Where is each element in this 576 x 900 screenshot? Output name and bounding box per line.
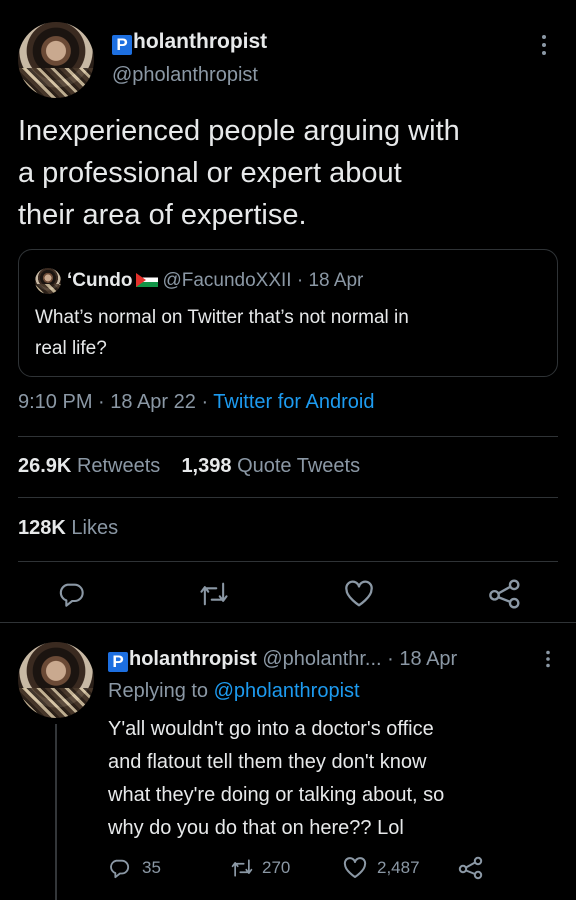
quoted-text-line: What’s normal on Twitter that’s not norm… [35,307,409,328]
time-date: 9:10 PM · 18 Apr 22 · [18,391,214,413]
reply-text-line: and flatout tell them they don't know [108,751,427,773]
quoted-display-name: ‘Cundo [67,270,133,291]
tweet-text-line: a professional or expert about [18,157,402,189]
quoted-handle-date: @FacundoXXII · 18 Apr [162,270,364,291]
reply-icon[interactable] [57,580,85,608]
replying-label: Replying to [108,680,214,702]
share-icon[interactable] [458,856,484,880]
reply-text-line: what they're doing or talking about, so [108,784,445,806]
reply-text-line: Y'all wouldn't go into a doctor's office [108,718,434,740]
divider [18,497,558,498]
quotes-label: Quote Tweets [237,455,361,477]
like-icon[interactable] [344,580,374,608]
p-badge: P [112,35,132,55]
share-icon[interactable] [488,578,522,610]
divider [18,436,558,437]
reply-handle-date: @pholanthr... · 18 Apr [262,648,458,670]
author-handle[interactable]: @pholanthropist [112,64,258,87]
tweet-text-line: Inexperienced people arguing with [18,115,460,147]
reply-display-name[interactable]: holanthropist [129,648,257,670]
divider [18,561,558,562]
retweets-label: Retweets [76,455,161,477]
tweet-text: Inexperienced people arguing with a prof… [18,110,460,236]
quoted-tweet[interactable]: ‘Cundo @FacundoXXII · 18 Apr What’s norma… [18,249,558,377]
retweet-icon[interactable] [198,581,230,607]
tweet-timestamp: 9:10 PM · 18 Apr 22 · Twitter for Androi… [18,391,374,414]
replying-to: Replying to @pholanthropist [108,680,360,703]
display-name: holanthropist [133,30,268,53]
reply-header: Pholanthropist @pholanthr... · 18 Apr [108,648,457,672]
likes-count: 128K [18,517,66,539]
author-name[interactable]: Pholanthropist [112,30,267,55]
avatar[interactable] [18,22,94,98]
retweet-icon [230,858,254,878]
reply-retweet-button[interactable]: 270 [230,856,290,880]
divider [0,622,576,623]
p-badge: P [108,652,128,672]
quotes-count: 1,398 [181,455,232,477]
quoted-avatar [35,268,61,294]
quoted-text: What’s normal on Twitter that’s not norm… [35,302,409,364]
quoted-header: ‘Cundo @FacundoXXII · 18 Apr [67,270,363,292]
reply-icon [108,857,130,879]
like-icon [343,857,367,879]
more-icon[interactable] [540,34,548,56]
replying-handle[interactable]: @pholanthropist [214,680,360,702]
like-count: 2,487 [377,858,420,877]
reply-like-button[interactable]: 2,487 [343,856,420,880]
reply-text-line: why do you do that on here?? Lol [108,817,404,839]
source-link[interactable]: Twitter for Android [213,391,374,413]
reply-reply-button[interactable]: 35 [108,856,161,880]
retweets-count: 26.9K [18,455,72,477]
palestine-flag-icon [136,273,159,287]
quoted-text-line: real life? [35,338,107,359]
retweet-count: 270 [262,858,291,877]
likes-label: Likes [71,517,119,539]
likes-stats[interactable]: 128K Likes [18,517,118,540]
reply-text: Y'all wouldn't go into a doctor's office… [108,713,444,845]
tweet-text-line: their area of expertise. [18,199,307,231]
reply-avatar[interactable] [18,642,94,718]
more-icon[interactable] [545,650,551,668]
thread-line [55,724,57,900]
reply-count: 35 [142,858,161,877]
retweet-stats[interactable]: 26.9K Retweets 1,398 Quote Tweets [18,455,360,478]
